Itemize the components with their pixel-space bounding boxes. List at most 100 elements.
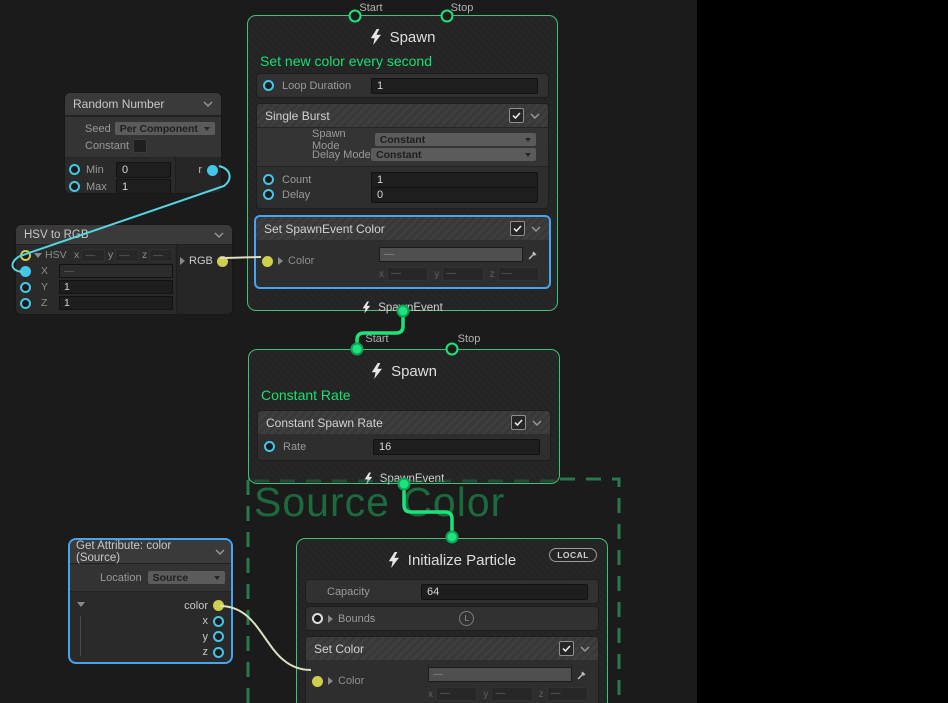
spawn-context-1[interactable]: Spawn Set new color every second Loop Du… [247,15,558,311]
color-swatch[interactable]: — [428,667,572,682]
eyedropper-icon[interactable] [527,249,539,261]
delay-port[interactable] [263,189,274,200]
spawn-mode-dropdown[interactable]: Constant [375,133,536,146]
spawn1-title: Spawn [390,29,436,46]
spawn-context-2[interactable]: Spawn Constant Rate Constant Spawn Rate … [248,349,560,484]
max-row: Max 1 [65,178,175,194]
constant-spawn-rate-block[interactable]: Constant Spawn Rate Rate 16 [257,410,551,461]
foldout-open-icon[interactable] [34,253,42,258]
loop-duration-field[interactable]: 1 [371,78,538,94]
count-field[interactable]: 1 [371,172,538,188]
graph-canvas[interactable]: Source Color Start Stop Start Stop Spawn… [0,0,697,703]
chevron-down-icon[interactable] [215,549,225,555]
rgb-output-port[interactable] [217,256,228,267]
dropdown-caret-icon [525,138,531,142]
constant-spawn-rate-checkbox[interactable] [511,415,526,430]
capacity-row: Capacity 64 [305,579,599,604]
x-output-port[interactable] [213,616,224,627]
set-color-checkbox[interactable] [559,641,574,656]
get-attribute-header[interactable]: Get Attribute: color (Source) [70,540,231,564]
single-burst-header[interactable]: Single Burst [257,104,548,127]
get-attribute-node[interactable]: Get Attribute: color (Source) Location S… [68,538,233,664]
constant-spawn-rate-header[interactable]: Constant Spawn Rate [258,411,550,434]
set-color-block[interactable]: Set Color Color — [305,636,599,703]
hsv-port[interactable] [20,250,31,261]
spawn2-start-label: Start [365,333,388,345]
rate-field[interactable]: 16 [373,439,540,455]
foldout-open-icon[interactable] [77,602,85,607]
seed-dropdown[interactable]: Per Component [115,122,215,135]
hsv-z-port[interactable] [20,298,31,309]
spawn1-title-bar[interactable]: Spawn [248,16,557,50]
min-field[interactable]: 0 [116,162,171,178]
chevron-down-icon[interactable] [214,232,224,238]
hsv-x-field[interactable]: — [81,249,105,262]
max-field[interactable]: 1 [116,179,171,195]
chevron-down-icon[interactable] [580,646,590,652]
y-field[interactable]: — [442,267,483,281]
y-label: y [483,689,488,700]
spawn2-spawnevent-output[interactable]: SpawnEvent [249,466,559,491]
delay-mode-row: Delay Mode Constant [257,147,548,162]
set-spawnevent-color-header[interactable]: Set SpawnEvent Color [256,217,549,240]
expand-right-icon[interactable] [180,257,185,265]
chevron-down-icon[interactable] [530,113,540,119]
hsv-y-port[interactable] [20,282,31,293]
min-port[interactable] [69,164,80,175]
spawn1-spawnevent-output[interactable]: SpawnEvent [248,295,557,320]
x-label: x [379,269,384,280]
spawn2-system-label[interactable]: Constant Rate [249,384,559,405]
initialize-particle-context[interactable]: Initialize Particle LOCAL Capacity 64 Bo… [296,538,608,703]
x-sub-field[interactable]: — [59,264,173,278]
spawn2-title-bar[interactable]: Spawn [249,350,559,384]
z-sub-field[interactable]: 1 [59,296,173,310]
hsv-y-field[interactable]: — [115,249,139,262]
initialize-title-bar[interactable]: Initialize Particle LOCAL [297,539,607,573]
hsv-x-label: x [74,249,79,261]
r-output-port[interactable] [207,165,218,176]
hsv-to-rgb-header[interactable]: HSV to RGB [16,225,232,245]
spawn1-system-label[interactable]: Set new color every second [248,50,557,71]
single-burst-checkbox[interactable] [509,108,524,123]
z-field[interactable]: — [498,267,539,281]
color-output-port[interactable] [213,600,224,611]
eyedropper-icon[interactable] [576,669,588,681]
expand-right-icon[interactable] [328,615,333,623]
z-label: z [539,689,544,700]
max-port[interactable] [69,181,80,192]
bounds-port[interactable] [312,613,323,624]
init-color-port[interactable] [312,676,323,687]
chevron-down-icon[interactable] [531,226,541,232]
y-field[interactable]: — [491,687,532,701]
z-output-port[interactable] [213,647,224,658]
set-spawnevent-color-checkbox[interactable] [510,221,525,236]
hsv-to-rgb-node[interactable]: HSV to RGB HSV x — y — z — [15,224,233,315]
random-number-header[interactable]: Random Number [65,93,221,116]
count-port[interactable] [263,174,274,185]
expand-right-icon[interactable] [278,257,283,265]
delay-mode-dropdown[interactable]: Constant [371,148,536,161]
z-field[interactable]: — [547,687,588,701]
constant-checkbox[interactable] [133,139,147,153]
y-output-port[interactable] [213,631,224,642]
single-burst-block[interactable]: Single Burst Spawn Mode Constant [256,103,549,209]
random-number-node[interactable]: Random Number Seed Per Component Constan… [64,92,222,194]
chevron-down-icon[interactable] [203,101,213,107]
expand-right-icon[interactable] [328,677,333,685]
x-field[interactable]: — [436,687,477,701]
hsv-x-port[interactable] [20,266,31,277]
rate-port[interactable] [264,441,275,452]
set-color-header[interactable]: Set Color [306,637,598,660]
rate-label: Rate [283,441,306,453]
set-spawnevent-color-block[interactable]: Set SpawnEvent Color Color — [254,215,551,289]
chevron-down-icon[interactable] [532,420,542,426]
y-sub-field[interactable]: 1 [59,280,173,294]
capacity-field[interactable]: 64 [421,584,588,600]
location-dropdown[interactable]: Source [148,571,225,584]
spawnevent-color-port[interactable] [262,256,273,267]
loop-duration-port[interactable] [263,80,274,91]
x-field[interactable]: — [387,267,428,281]
color-swatch[interactable]: — [379,247,523,262]
delay-field[interactable]: 0 [371,187,538,203]
hsv-z-field[interactable]: — [149,249,173,262]
